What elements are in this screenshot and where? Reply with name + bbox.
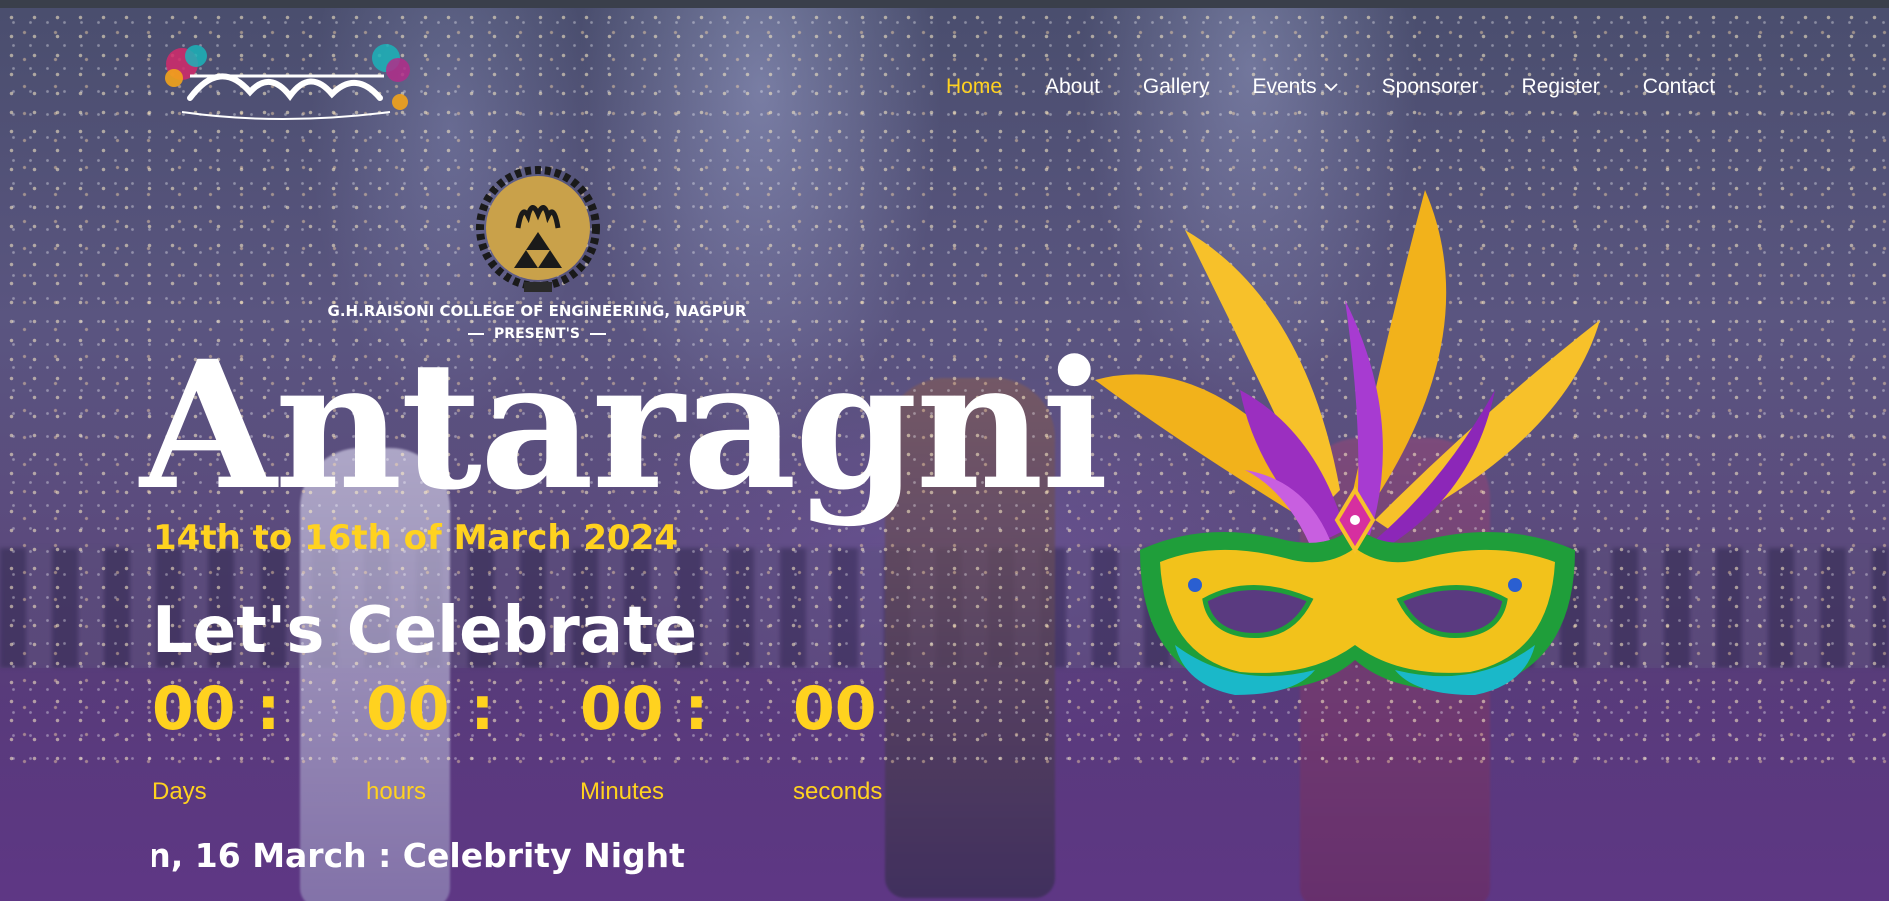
nav-events[interactable]: Events xyxy=(1252,75,1338,99)
tagline: Let's Celebrate xyxy=(152,594,698,668)
nav-gallery[interactable]: Gallery xyxy=(1143,75,1210,99)
event-ticker: Sun, 16 March : Celebrity Night xyxy=(152,836,852,882)
event-title: Antaragni xyxy=(140,322,1108,529)
countdown-hours-value: 00 : xyxy=(366,674,495,744)
nav-sponsorer[interactable]: Sponsorer xyxy=(1382,75,1479,99)
nav-events-label: Events xyxy=(1252,75,1317,98)
nav-home[interactable]: Home xyxy=(946,75,1002,99)
nav-register[interactable]: Register xyxy=(1522,75,1600,99)
carnival-mask-icon xyxy=(1095,190,1600,695)
college-emblem-icon xyxy=(476,166,600,292)
event-dates: 14th to 16th of March 2024 xyxy=(153,518,679,558)
countdown-seconds-value: 00 xyxy=(793,674,877,744)
countdown-days-label: Days xyxy=(152,778,207,805)
college-name: G.H.RAISONI COLLEGE OF ENGINEERING, NAGP… xyxy=(327,302,747,320)
countdown-seconds-label: seconds xyxy=(793,778,883,805)
countdown-minutes-value: 00 : xyxy=(580,674,709,744)
nav-about[interactable]: About xyxy=(1045,75,1100,99)
chevron-down-icon xyxy=(1324,83,1338,92)
ticker-text: Sun, 16 March : Celebrity Night xyxy=(152,836,685,875)
countdown-hours-label: hours xyxy=(366,778,427,805)
nav-contact[interactable]: Contact xyxy=(1643,75,1715,99)
countdown-days-value: 00 : xyxy=(152,674,281,744)
main-nav: Home About Gallery Events Sponsorer Regi… xyxy=(946,74,1715,100)
browser-top-strip xyxy=(0,0,1889,8)
antaragni-logo-icon[interactable] xyxy=(160,40,420,130)
countdown-minutes-label: Minutes xyxy=(580,778,665,805)
